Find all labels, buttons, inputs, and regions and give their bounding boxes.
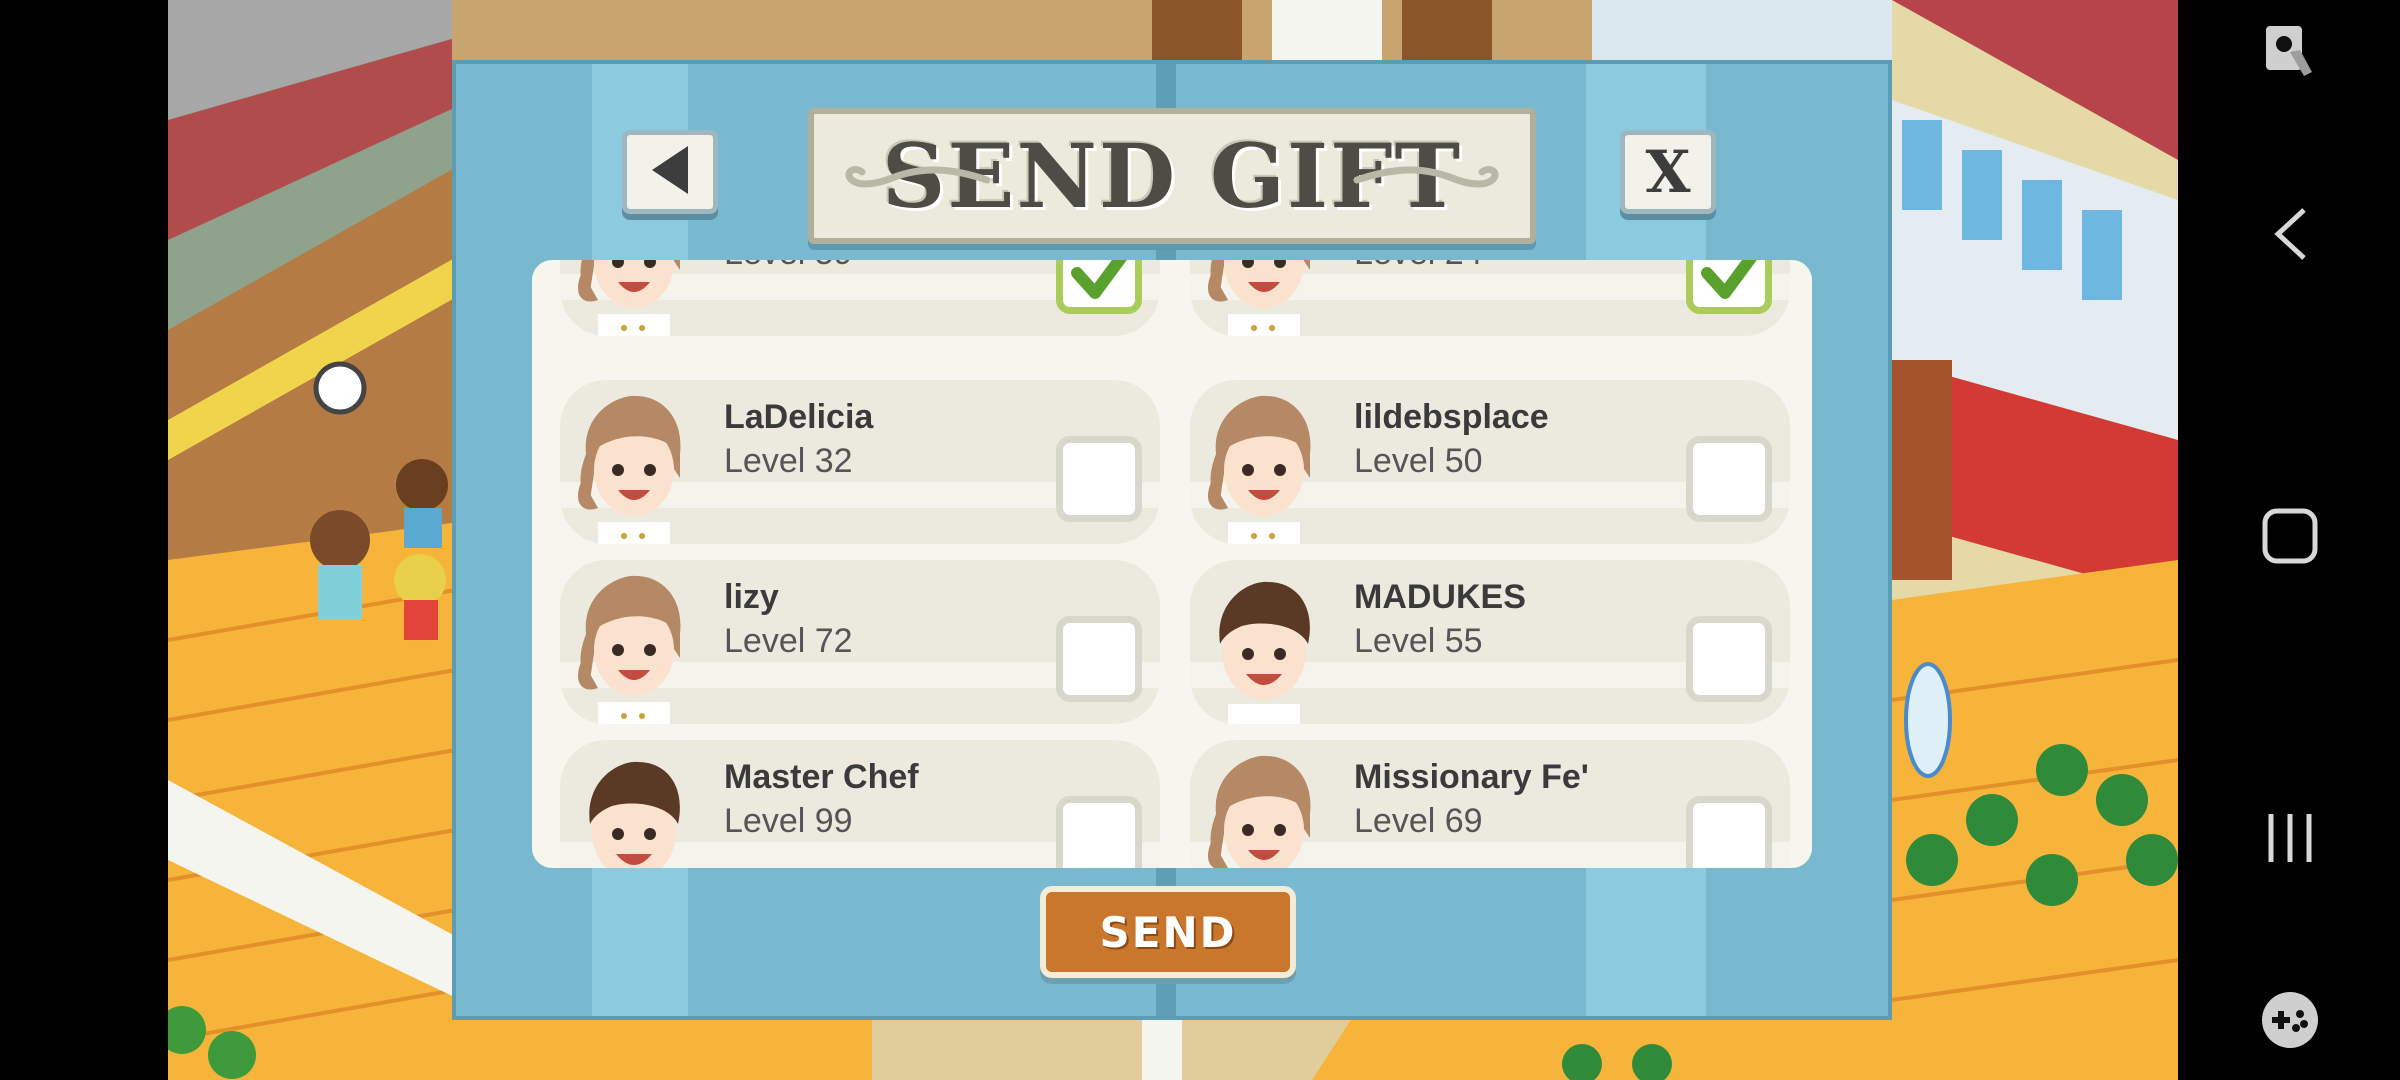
send-button[interactable]: SEND (1040, 886, 1296, 978)
friend-level: Level 99 (724, 802, 853, 840)
friend-card[interactable]: LaDelicia Level 32 (560, 380, 1160, 544)
friend-level: Level 72 (724, 622, 853, 660)
gift-checkbox[interactable] (1686, 260, 1772, 314)
chef-avatar (572, 750, 692, 868)
friend-card[interactable]: Missionary Fe' Level 69 (1190, 740, 1790, 868)
friend-card[interactable]: MADUKES Level 55 (1190, 560, 1790, 724)
friend-card[interactable]: lizy Level 72 (560, 560, 1160, 724)
friend-level: Level 69 (1354, 802, 1483, 840)
chef-avatar (572, 390, 692, 544)
gift-checkbox[interactable] (1056, 436, 1142, 522)
recents-icon[interactable] (2250, 798, 2330, 878)
left-swirl-ornament (845, 166, 991, 188)
friend-name: Missionary Fe' (1354, 758, 1589, 796)
chef-avatar (1202, 570, 1322, 724)
friend-name: lildebsplace (1354, 398, 1549, 436)
triangle-left-icon (648, 144, 692, 201)
gift-checkbox[interactable] (1686, 796, 1772, 868)
chef-avatar (1202, 750, 1322, 868)
friend-name: lizy (724, 578, 779, 616)
chef-avatar (572, 260, 692, 336)
restaurant-scene-right (1892, 0, 2178, 1080)
restaurant-scene-bottom (452, 1018, 1892, 1080)
friend-card[interactable]: Master Chef Level 99 (560, 740, 1160, 868)
close-button[interactable]: X (1620, 130, 1716, 214)
right-swirl-ornament (1353, 166, 1499, 188)
send-button-label: SEND (1099, 907, 1237, 957)
friend-name: MADUKES (1354, 578, 1526, 616)
close-icon: X (1645, 138, 1691, 206)
gift-checkbox[interactable] (1686, 436, 1772, 522)
game-tools-icon[interactable] (2250, 980, 2330, 1060)
friend-name: LaDelicia (724, 398, 874, 436)
title-plaque: SEND GIFT (808, 108, 1536, 244)
friend-card[interactable]: Level 24 (1190, 260, 1790, 336)
friends-list[interactable]: Level 59 Level 24 (532, 260, 1812, 868)
friend-level: Level 55 (1354, 622, 1483, 660)
friend-level: Level 50 (1354, 442, 1483, 480)
system-navigation-bar (2178, 0, 2400, 1080)
gift-checkbox[interactable] (1686, 616, 1772, 702)
friend-name: Master Chef (724, 758, 919, 796)
chef-avatar (1202, 390, 1322, 544)
gift-checkbox[interactable] (1056, 260, 1142, 314)
back-chevron-icon[interactable] (2250, 194, 2330, 274)
chef-avatar (1202, 260, 1322, 336)
friend-card[interactable]: lildebsplace Level 50 (1190, 380, 1790, 544)
checkmark-icon (1071, 260, 1127, 299)
friend-level: Level 24 (1354, 260, 1483, 273)
send-gift-dialog: SEND GIFT X Level 59 (452, 60, 1892, 1020)
checkmark-icon (1701, 260, 1757, 299)
gift-checkbox[interactable] (1056, 796, 1142, 868)
gift-checkbox[interactable] (1056, 616, 1142, 702)
restaurant-scene-top (452, 0, 1892, 62)
screen-touch-icon[interactable] (2250, 14, 2330, 94)
home-square-icon[interactable] (2250, 496, 2330, 576)
chef-avatar (572, 570, 692, 724)
friend-card[interactable]: Level 59 (560, 260, 1160, 336)
friend-level: Level 32 (724, 442, 853, 480)
back-button[interactable] (622, 130, 718, 214)
friend-level: Level 59 (724, 260, 853, 273)
